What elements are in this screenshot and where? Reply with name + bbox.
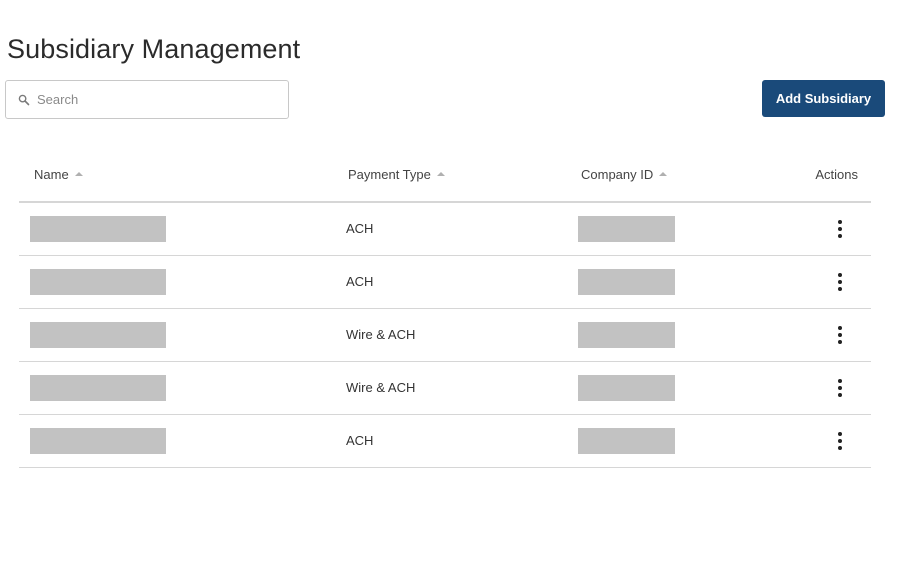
more-vertical-icon[interactable] xyxy=(828,375,852,401)
redacted-company-id-cell xyxy=(578,375,675,401)
column-header-label: Payment Type xyxy=(348,167,431,182)
sort-ascending-icon xyxy=(659,171,668,176)
more-vertical-icon[interactable] xyxy=(828,428,852,454)
redacted-name-cell xyxy=(30,322,166,348)
page-title: Subsidiary Management xyxy=(7,34,301,64)
more-vertical-icon[interactable] xyxy=(828,216,852,242)
column-header-payment-type[interactable]: Payment Type xyxy=(348,167,445,182)
payment-type-cell: ACH xyxy=(346,221,374,236)
search-input[interactable] xyxy=(37,81,277,118)
redacted-name-cell xyxy=(30,216,166,242)
search-box[interactable] xyxy=(5,80,289,119)
more-vertical-icon[interactable] xyxy=(828,322,852,348)
search-icon xyxy=(18,94,30,106)
payment-type-cell: Wire & ACH xyxy=(346,327,416,342)
column-header-label: Actions xyxy=(815,167,858,182)
table-row: ACH xyxy=(19,203,871,256)
sort-ascending-icon xyxy=(436,171,445,176)
column-header-company-id[interactable]: Company ID xyxy=(581,167,668,182)
payment-type-cell: ACH xyxy=(346,274,374,289)
table-header: Name Payment Type Company ID Actions xyxy=(19,148,871,203)
redacted-name-cell xyxy=(30,375,166,401)
column-header-actions: Actions xyxy=(815,167,858,182)
column-header-name[interactable]: Name xyxy=(34,167,83,182)
column-header-label: Company ID xyxy=(581,167,654,182)
redacted-company-id-cell xyxy=(578,216,675,242)
column-header-label: Name xyxy=(34,167,69,182)
redacted-company-id-cell xyxy=(578,428,675,454)
redacted-name-cell xyxy=(30,269,166,295)
table-row: Wire & ACH xyxy=(19,362,871,415)
payment-type-cell: ACH xyxy=(346,433,374,448)
redacted-company-id-cell xyxy=(578,269,675,295)
table-row: ACH xyxy=(19,415,871,468)
table-row: ACH xyxy=(19,256,871,309)
payment-type-cell: Wire & ACH xyxy=(346,380,416,395)
subsidiary-table: Name Payment Type Company ID Actions ACH… xyxy=(19,148,871,468)
table-row: Wire & ACH xyxy=(19,309,871,362)
more-vertical-icon[interactable] xyxy=(828,269,852,295)
redacted-company-id-cell xyxy=(578,322,675,348)
redacted-name-cell xyxy=(30,428,166,454)
add-subsidiary-button[interactable]: Add Subsidiary xyxy=(762,80,885,117)
sort-ascending-icon xyxy=(74,171,83,176)
